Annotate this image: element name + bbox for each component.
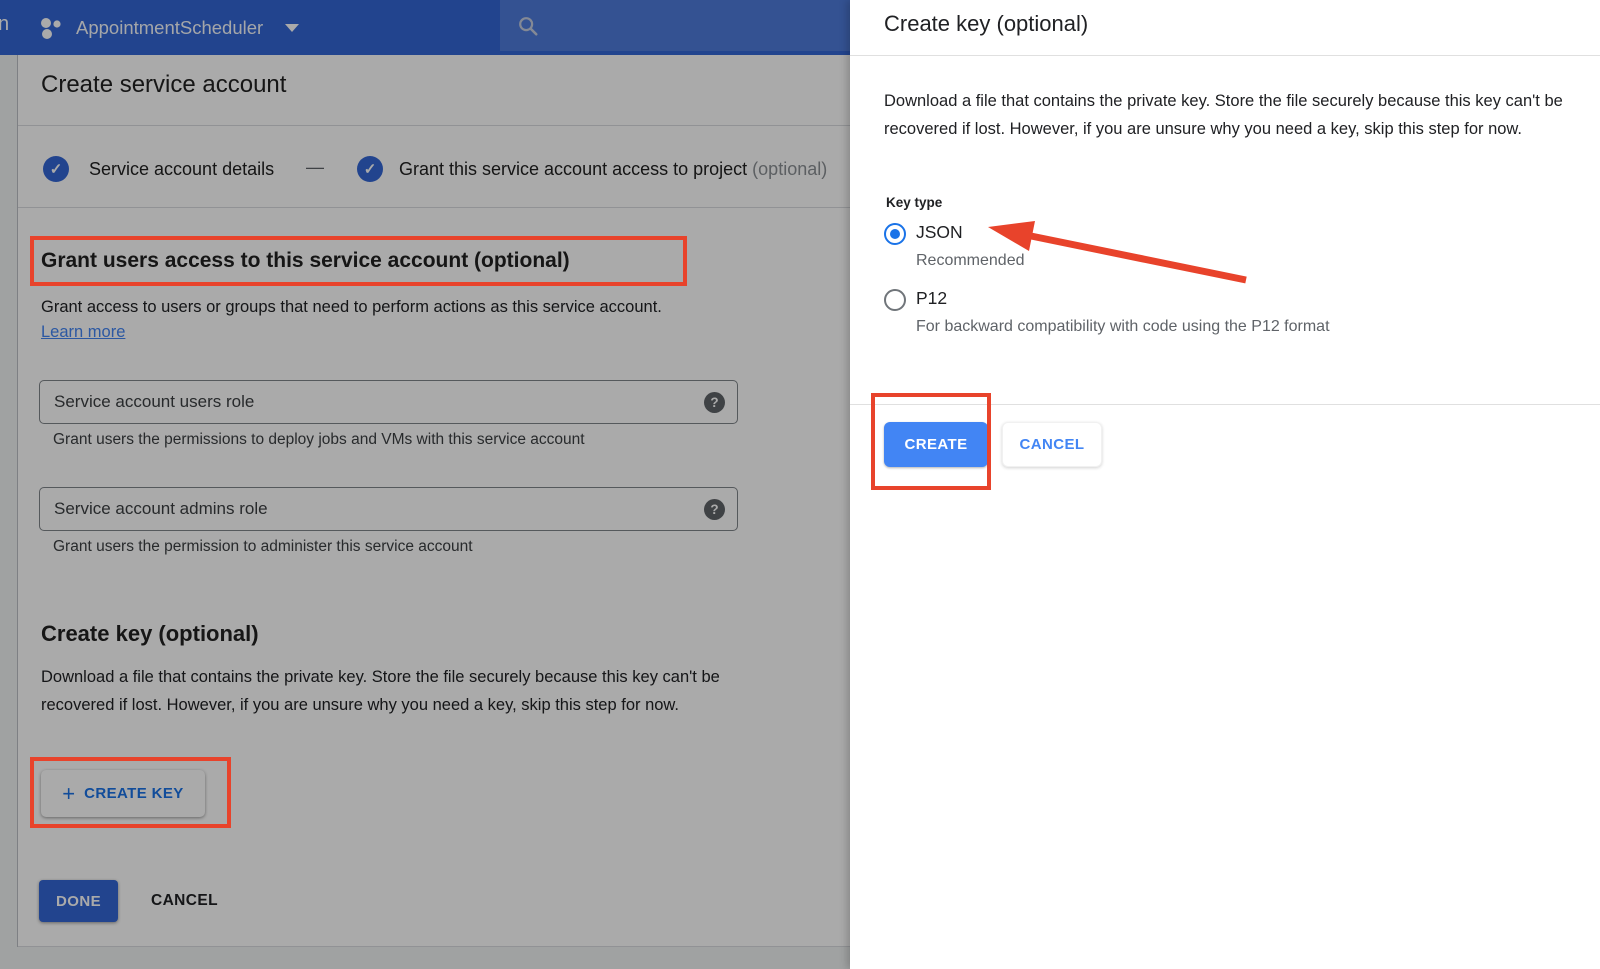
create-button[interactable]: CREATE [884, 422, 988, 467]
radio-json-sublabel: Recommended [916, 252, 1025, 270]
divider [850, 55, 1600, 56]
radio-selected-dot [890, 229, 900, 239]
radio-json[interactable] [884, 223, 906, 245]
radio-p12-label[interactable]: P12 [916, 288, 947, 309]
screen: n AppointmentScheduler Create service ac… [0, 0, 1600, 969]
key-type-label: Key type [886, 195, 942, 210]
panel-description: Download a file that contains the privat… [884, 88, 1584, 143]
radio-p12[interactable] [884, 289, 906, 311]
radio-json-label[interactable]: JSON [916, 222, 963, 243]
panel-title: Create key (optional) [884, 11, 1088, 37]
divider [850, 404, 1600, 405]
create-key-panel: Create key (optional) Download a file th… [850, 0, 1600, 969]
modal-scrim [0, 0, 851, 969]
cancel-button[interactable]: CANCEL [1002, 422, 1102, 467]
radio-p12-sublabel: For backward compatibility with code usi… [916, 318, 1330, 336]
